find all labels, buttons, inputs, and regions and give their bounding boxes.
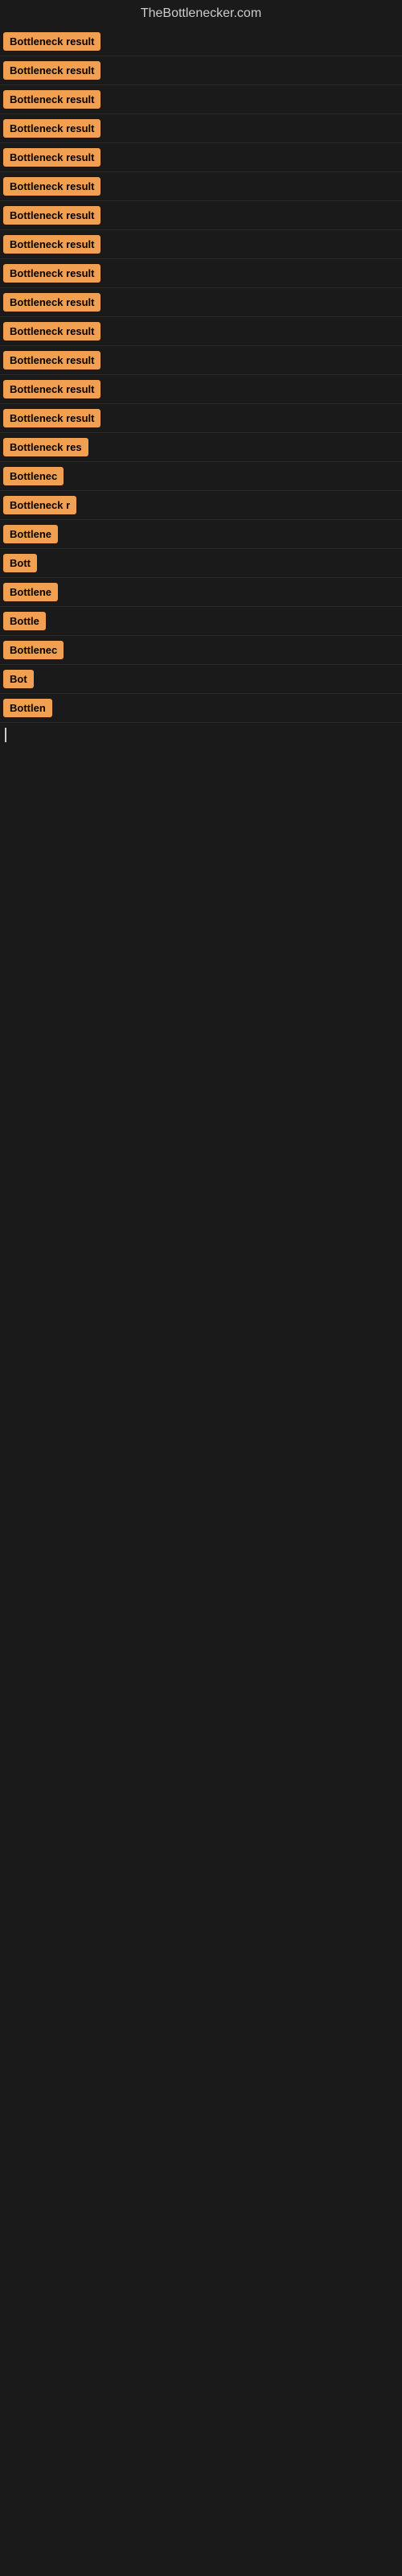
bottleneck-badge: Bottlen [3, 699, 52, 717]
list-item[interactable]: Bottleneck result [0, 404, 402, 433]
bottleneck-badge: Bottleneck result [3, 351, 100, 369]
list-item[interactable]: Bottlene [0, 520, 402, 549]
list-item[interactable]: Bottlenec [0, 636, 402, 665]
cursor-row [0, 723, 402, 751]
bottleneck-badge: Bottleneck result [3, 32, 100, 51]
list-item[interactable]: Bott [0, 549, 402, 578]
bottleneck-badge: Bottleneck result [3, 177, 100, 196]
list-item[interactable]: Bottleneck result [0, 143, 402, 172]
list-item[interactable]: Bottlene [0, 578, 402, 607]
list-item[interactable]: Bottleneck result [0, 114, 402, 143]
list-item[interactable]: Bottlenec [0, 462, 402, 491]
list-item[interactable]: Bottleneck result [0, 317, 402, 346]
list-item[interactable]: Bottleneck res [0, 433, 402, 462]
text-cursor [5, 728, 6, 742]
list-item[interactable]: Bottleneck result [0, 288, 402, 317]
bottleneck-badge: Bottleneck result [3, 119, 100, 138]
bottleneck-badge: Bottlene [3, 583, 58, 601]
list-item[interactable]: Bottlen [0, 694, 402, 723]
bottleneck-badge: Bottleneck result [3, 293, 100, 312]
list-item[interactable]: Bottle [0, 607, 402, 636]
bottleneck-badge: Bottleneck result [3, 264, 100, 283]
bottleneck-badge: Bottleneck result [3, 206, 100, 225]
bottleneck-badge: Bottle [3, 612, 46, 630]
list-item[interactable]: Bottleneck result [0, 27, 402, 56]
bottleneck-badge: Bottleneck result [3, 380, 100, 398]
list-item[interactable]: Bot [0, 665, 402, 694]
bottleneck-badge: Bott [3, 554, 37, 572]
list-item[interactable]: Bottleneck result [0, 172, 402, 201]
bottleneck-badge: Bottleneck result [3, 61, 100, 80]
list-item[interactable]: Bottleneck result [0, 259, 402, 288]
bottleneck-badge: Bottlenec [3, 641, 64, 659]
list-item[interactable]: Bottleneck result [0, 230, 402, 259]
bottleneck-badge: Bottlene [3, 525, 58, 543]
list-item[interactable]: Bottleneck result [0, 375, 402, 404]
bottleneck-badge: Bottleneck result [3, 322, 100, 341]
site-title: TheBottlenecker.com [0, 0, 402, 27]
list-item[interactable]: Bottleneck result [0, 346, 402, 375]
bottleneck-badge: Bottleneck result [3, 409, 100, 427]
list-item[interactable]: Bottleneck result [0, 201, 402, 230]
list-item[interactable]: Bottleneck result [0, 85, 402, 114]
list-item[interactable]: Bottleneck result [0, 56, 402, 85]
bottleneck-badge: Bot [3, 670, 34, 688]
bottleneck-badge: Bottleneck result [3, 235, 100, 254]
bottleneck-badge: Bottlenec [3, 467, 64, 485]
bottleneck-badge: Bottleneck result [3, 148, 100, 167]
bottleneck-badge: Bottleneck result [3, 90, 100, 109]
bottleneck-badge: Bottleneck r [3, 496, 76, 514]
list-item[interactable]: Bottleneck r [0, 491, 402, 520]
bottleneck-badge: Bottleneck res [3, 438, 88, 456]
